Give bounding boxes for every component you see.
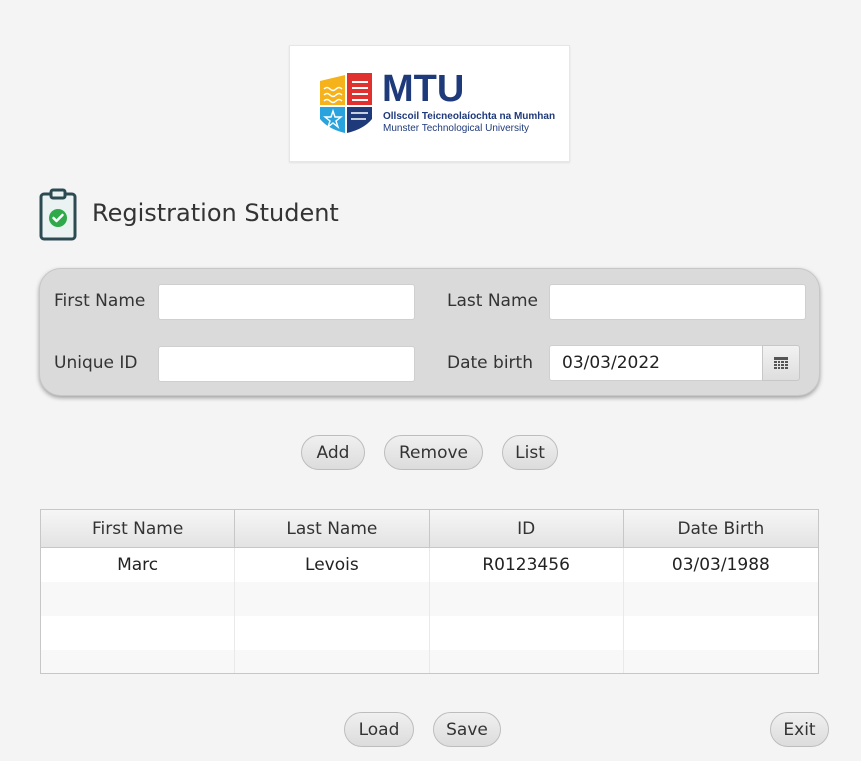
cell-first-name: Marc	[41, 548, 236, 582]
last-name-input[interactable]	[549, 284, 806, 320]
cell-first-name	[41, 616, 236, 650]
cell-date-birth	[624, 582, 818, 616]
load-button[interactable]: Load	[344, 712, 414, 747]
unique-id-input[interactable]	[158, 346, 415, 382]
cell-date-birth	[624, 650, 818, 673]
logo-wordmark: MTU	[382, 68, 465, 110]
cell-id	[430, 650, 624, 673]
table-row[interactable]	[41, 616, 818, 650]
cell-first-name	[41, 650, 236, 673]
table-row[interactable]	[41, 650, 818, 673]
mtu-logo: MTU Ollscoil Teicneolaíochta na Mumhan M…	[289, 45, 570, 162]
cell-date-birth: 03/03/1988	[671, 555, 770, 575]
cell-id: R0123456	[430, 548, 624, 582]
mtu-crest-icon	[320, 73, 372, 133]
table-row[interactable]	[41, 582, 818, 616]
page-title: Registration Student	[92, 199, 339, 227]
cell-last-name	[235, 650, 430, 673]
date-picker-button[interactable]	[762, 345, 800, 381]
last-name-label: Last Name	[447, 291, 538, 311]
cell-first-name	[41, 582, 236, 616]
column-date-birth[interactable]: Date Birth	[624, 510, 818, 547]
logo-english-name: Munster Technological University	[383, 123, 529, 134]
date-birth-label: Date birth	[447, 353, 533, 373]
column-first-name[interactable]: First Name	[41, 510, 236, 547]
cell-date-birth	[624, 616, 818, 650]
students-table: First Name Last Name ID Date Birth Marc …	[40, 509, 819, 674]
logo-irish-name: Ollscoil Teicneolaíochta na Mumhan	[383, 111, 556, 122]
table-row[interactable]: Marc Levois R0123456 03/03/1988	[41, 548, 818, 582]
list-button[interactable]: List	[502, 435, 558, 470]
calendar-icon	[774, 356, 788, 369]
cell-last-name	[235, 582, 430, 616]
exit-button[interactable]: Exit	[770, 712, 829, 747]
remove-button[interactable]: Remove	[384, 435, 483, 470]
first-name-input[interactable]	[158, 284, 415, 320]
cell-last-name: Levois	[235, 548, 430, 582]
save-button[interactable]: Save	[433, 712, 501, 747]
cell-id	[430, 616, 624, 650]
column-id[interactable]: ID	[430, 510, 624, 547]
registration-form: First Name Last Name Unique ID Date birt…	[39, 268, 820, 396]
clipboard-check-icon	[39, 188, 77, 241]
add-button[interactable]: Add	[301, 435, 365, 470]
column-last-name[interactable]: Last Name	[235, 510, 430, 547]
date-birth-input[interactable]	[549, 345, 763, 381]
cell-last-name	[235, 616, 430, 650]
unique-id-label: Unique ID	[54, 353, 138, 373]
first-name-label: First Name	[54, 291, 146, 311]
table-header: First Name Last Name ID Date Birth	[41, 510, 818, 548]
cell-id	[430, 582, 624, 616]
